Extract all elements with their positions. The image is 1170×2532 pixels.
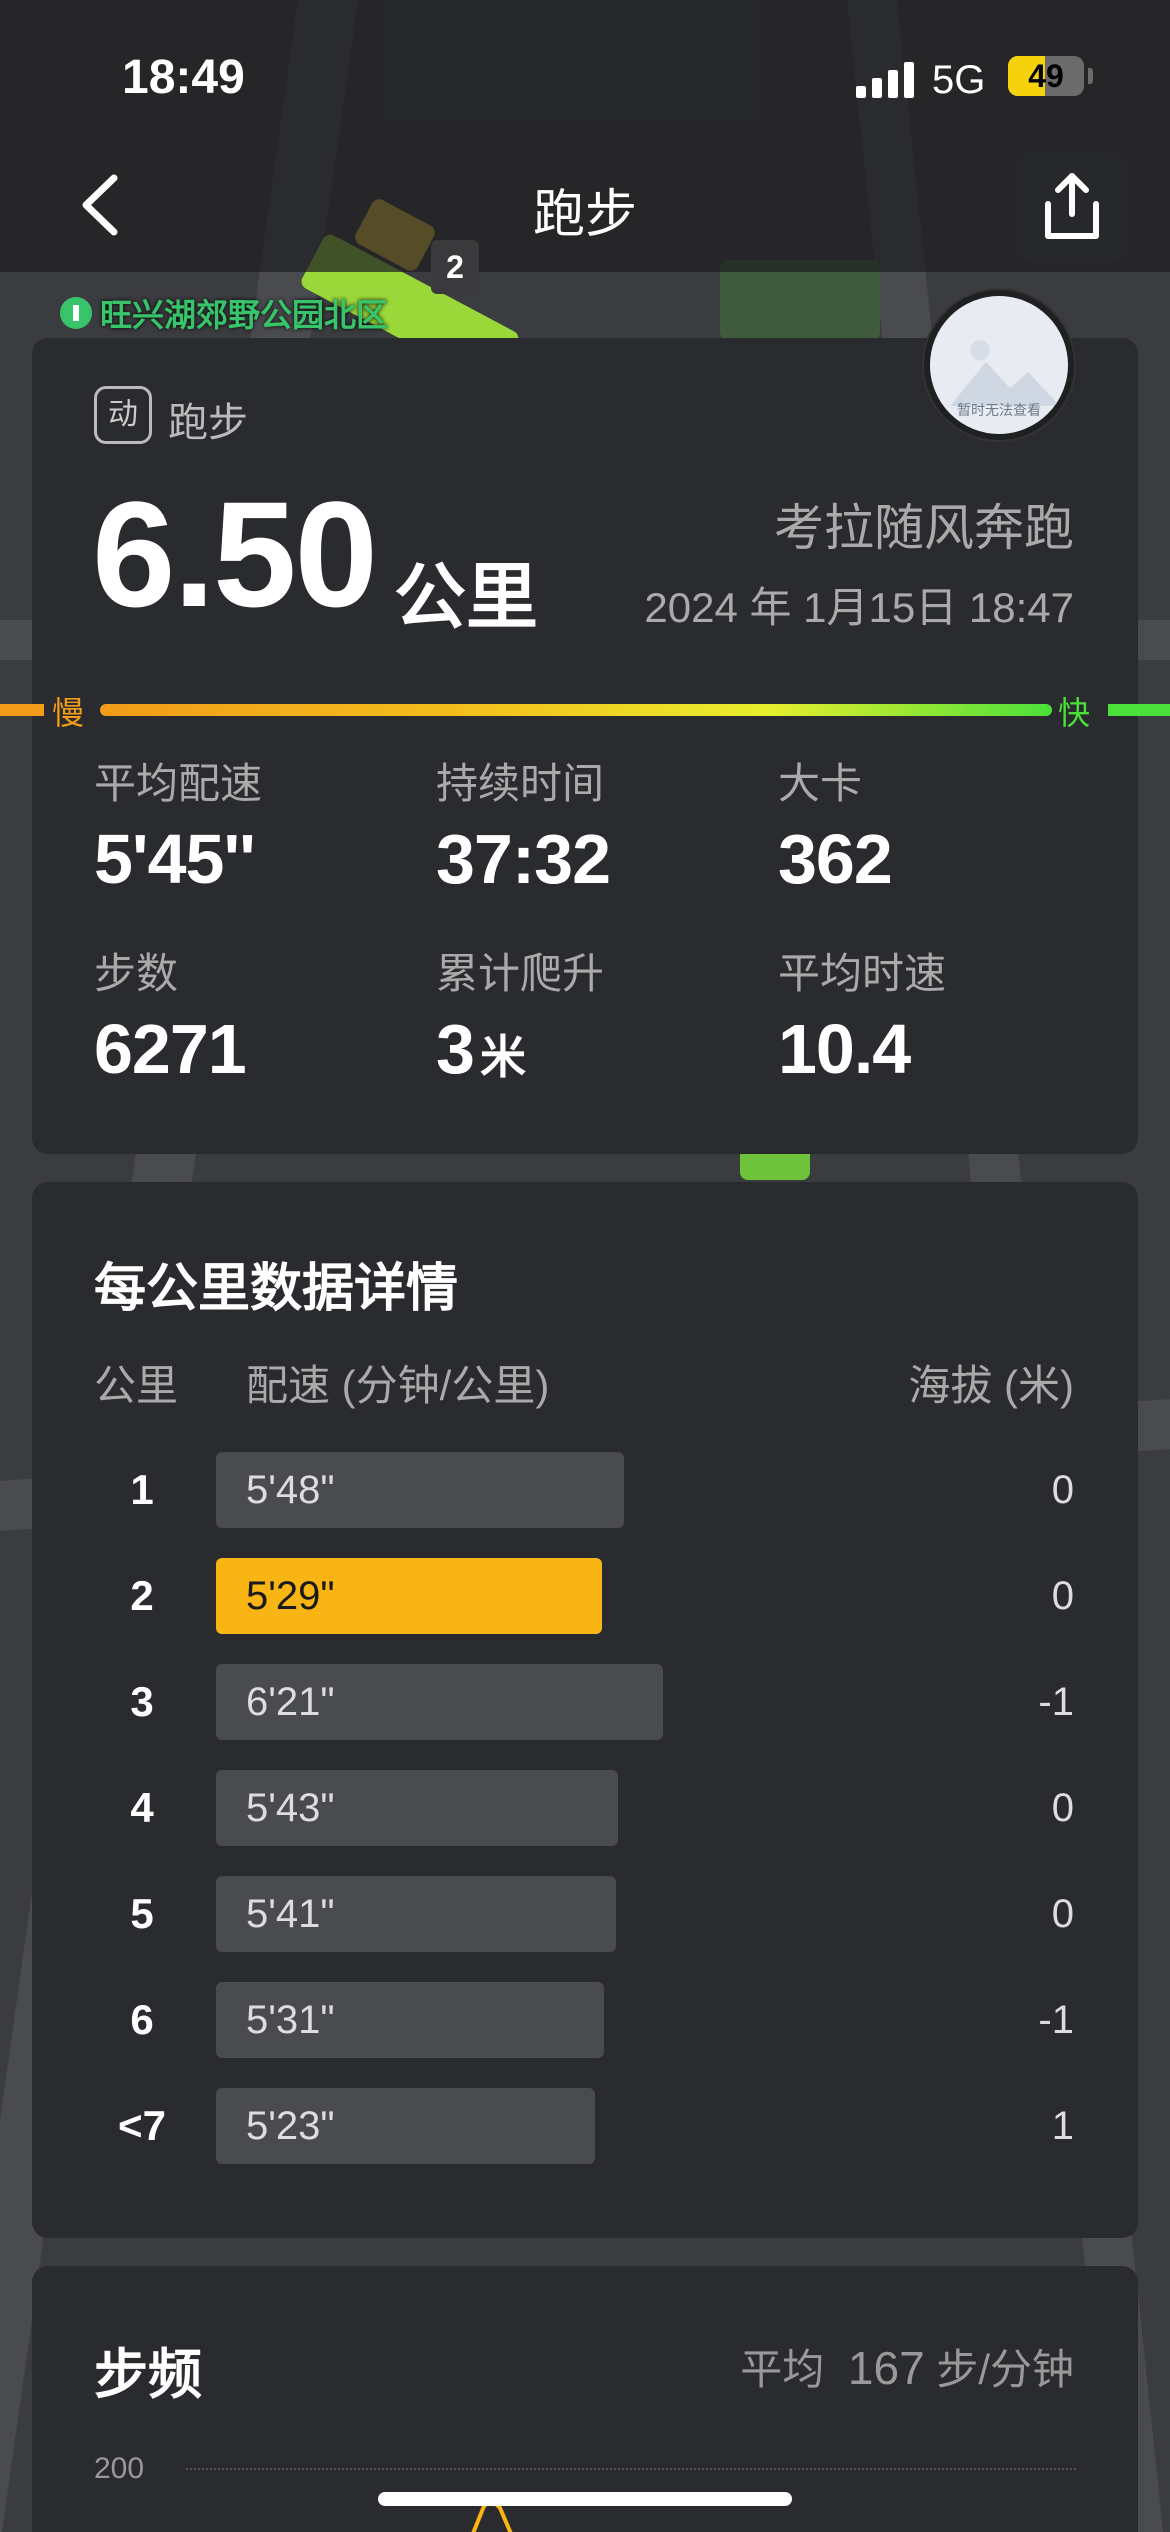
stat-value: 362 xyxy=(778,820,893,898)
stat-steps: 步数 6271 xyxy=(94,940,247,1089)
cadence-title: 步频 xyxy=(94,2345,202,2405)
split-altitude: 0 xyxy=(1051,1468,1074,1512)
split-row: 2 5'29" 0 xyxy=(32,1558,1138,1634)
avatar-caption: 暂时无法查看 xyxy=(957,402,1041,418)
status-bar: 18:49 5G 49 xyxy=(0,40,1170,120)
network-type: 5G xyxy=(932,58,986,102)
split-pace: 5'48" xyxy=(246,1468,335,1512)
stat-value: 10.4 xyxy=(778,1010,911,1088)
stat-value: 5'45'' xyxy=(94,820,256,898)
split-km: 1 xyxy=(130,1466,154,1513)
split-row: 3 6'21" -1 xyxy=(32,1664,1138,1740)
stat-duration: 持续时间 37:32 xyxy=(436,750,611,899)
pace-bar-slow-segment xyxy=(0,704,44,716)
battery-tip xyxy=(1088,68,1093,84)
home-indicator[interactable] xyxy=(378,2492,792,2506)
cadence-average: 平均 167 步/分钟 xyxy=(740,2336,1074,2397)
pace-gradient-bar: 慢 快 xyxy=(0,688,1170,731)
image-placeholder-icon xyxy=(950,340,1060,406)
summary-card: 动 跑步 6.50 公里 考拉随风奔跑 2024 年 1月15日 18:47 慢… xyxy=(0,338,1170,1154)
pace-slow-label: 慢 xyxy=(52,695,85,731)
page-title: 跑步 xyxy=(532,186,637,244)
split-altitude: -1 xyxy=(1038,1680,1074,1724)
split-km: 5 xyxy=(130,1890,154,1937)
stat-value-unit: 米 xyxy=(479,1031,526,1083)
cadence-avg-unit: 步/分钟 xyxy=(936,2346,1074,2393)
park-name: 旺兴湖郊野公园北区 xyxy=(100,297,389,333)
split-km: 3 xyxy=(130,1678,154,1725)
pace-bar-fast-segment xyxy=(1108,704,1170,716)
split-km: 6 xyxy=(130,1996,154,2043)
col-header-altitude: 海拔 (米) xyxy=(908,1362,1074,1409)
stat-elevation-gain: 累计爬升 3米 xyxy=(436,940,604,1089)
map-park-label[interactable]: 旺兴湖郊野公园北区 xyxy=(60,290,388,336)
cadence-gridline xyxy=(186,2468,1076,2470)
stat-label: 步数 xyxy=(94,950,179,997)
stat-calories: 大卡 362 xyxy=(778,750,893,899)
split-km: 4 xyxy=(130,1784,154,1831)
run-date-time: 2024 年 1月15日 18:47 xyxy=(644,584,1074,631)
cadence-y-tick: 200 xyxy=(94,2452,145,2485)
split-pace: 6'21" xyxy=(246,1680,335,1724)
splits-card: 每公里数据详情 公里 配速 (分钟/公里) 海拔 (米) 1 5'48" 0 2 5'2… xyxy=(32,1182,1138,2238)
distance-value: 6.50 xyxy=(92,470,378,638)
stat-avg-pace: 平均配速 5'45'' xyxy=(94,750,262,899)
split-row: 5 5'41" 0 xyxy=(32,1876,1138,1952)
split-row: 4 5'43" 0 xyxy=(32,1770,1138,1846)
park-tree-icon xyxy=(60,297,92,329)
share-button[interactable] xyxy=(1016,150,1128,262)
stat-value: 37:32 xyxy=(436,820,611,898)
status-time: 18:49 xyxy=(122,51,245,104)
stat-label: 平均配速 xyxy=(94,760,263,807)
pace-fast-label: 快 xyxy=(1058,695,1091,731)
split-km: 2 xyxy=(130,1572,154,1619)
stat-label: 平均时速 xyxy=(778,950,947,997)
split-altitude: 0 xyxy=(1051,1574,1074,1618)
battery-icon: 49 xyxy=(1008,56,1084,96)
col-header-pace: 配速 (分钟/公里) xyxy=(246,1362,550,1409)
user-name[interactable]: 考拉随风奔跑 xyxy=(774,488,1074,560)
stat-value-number: 3 xyxy=(436,1010,475,1088)
split-pace: 5'43" xyxy=(246,1786,335,1830)
cadence-avg-value: 167 xyxy=(847,2342,925,2394)
stat-label: 累计爬升 xyxy=(436,950,605,997)
split-pace: 5'41" xyxy=(246,1892,335,1936)
stat-avg-speed: 平均时速 10.4 xyxy=(778,940,946,1089)
map-km-marker[interactable]: 2 xyxy=(431,240,479,294)
distance-unit: 公里 xyxy=(394,558,539,638)
split-pace: 5'23" xyxy=(246,2104,335,2148)
split-row: 6 5'31" -1 xyxy=(32,1982,1138,2058)
cadence-avg-label: 平均 xyxy=(740,2346,825,2393)
split-row: 1 5'48" 0 xyxy=(32,1452,1138,1528)
share-icon xyxy=(1045,173,1099,239)
split-altitude: 0 xyxy=(1051,1892,1074,1936)
split-pace: 5'31" xyxy=(246,1998,335,2042)
stat-label: 大卡 xyxy=(778,760,863,807)
cellular-signal-icon xyxy=(856,60,914,98)
stat-label: 持续时间 xyxy=(436,760,605,807)
stat-value: 6271 xyxy=(94,1010,247,1088)
split-altitude: 0 xyxy=(1051,1786,1074,1830)
sport-type-icon: 动 xyxy=(94,386,152,444)
pace-gradient-line xyxy=(100,704,1052,716)
split-row: <7 5'23" 1 xyxy=(32,2088,1138,2164)
battery-percent: 49 xyxy=(1028,58,1064,94)
avatar[interactable]: 暂时无法查看 xyxy=(924,290,1074,440)
split-altitude: -1 xyxy=(1038,1998,1074,2042)
sport-label: 跑步 xyxy=(168,401,248,445)
split-km: <7 xyxy=(118,2102,166,2149)
split-altitude: 1 xyxy=(1051,2104,1074,2148)
stat-value: 3米 xyxy=(436,1009,604,1089)
splits-title: 每公里数据详情 xyxy=(94,1260,459,1318)
split-pace: 5'29" xyxy=(246,1574,335,1618)
col-header-km: 公里 xyxy=(94,1362,179,1409)
